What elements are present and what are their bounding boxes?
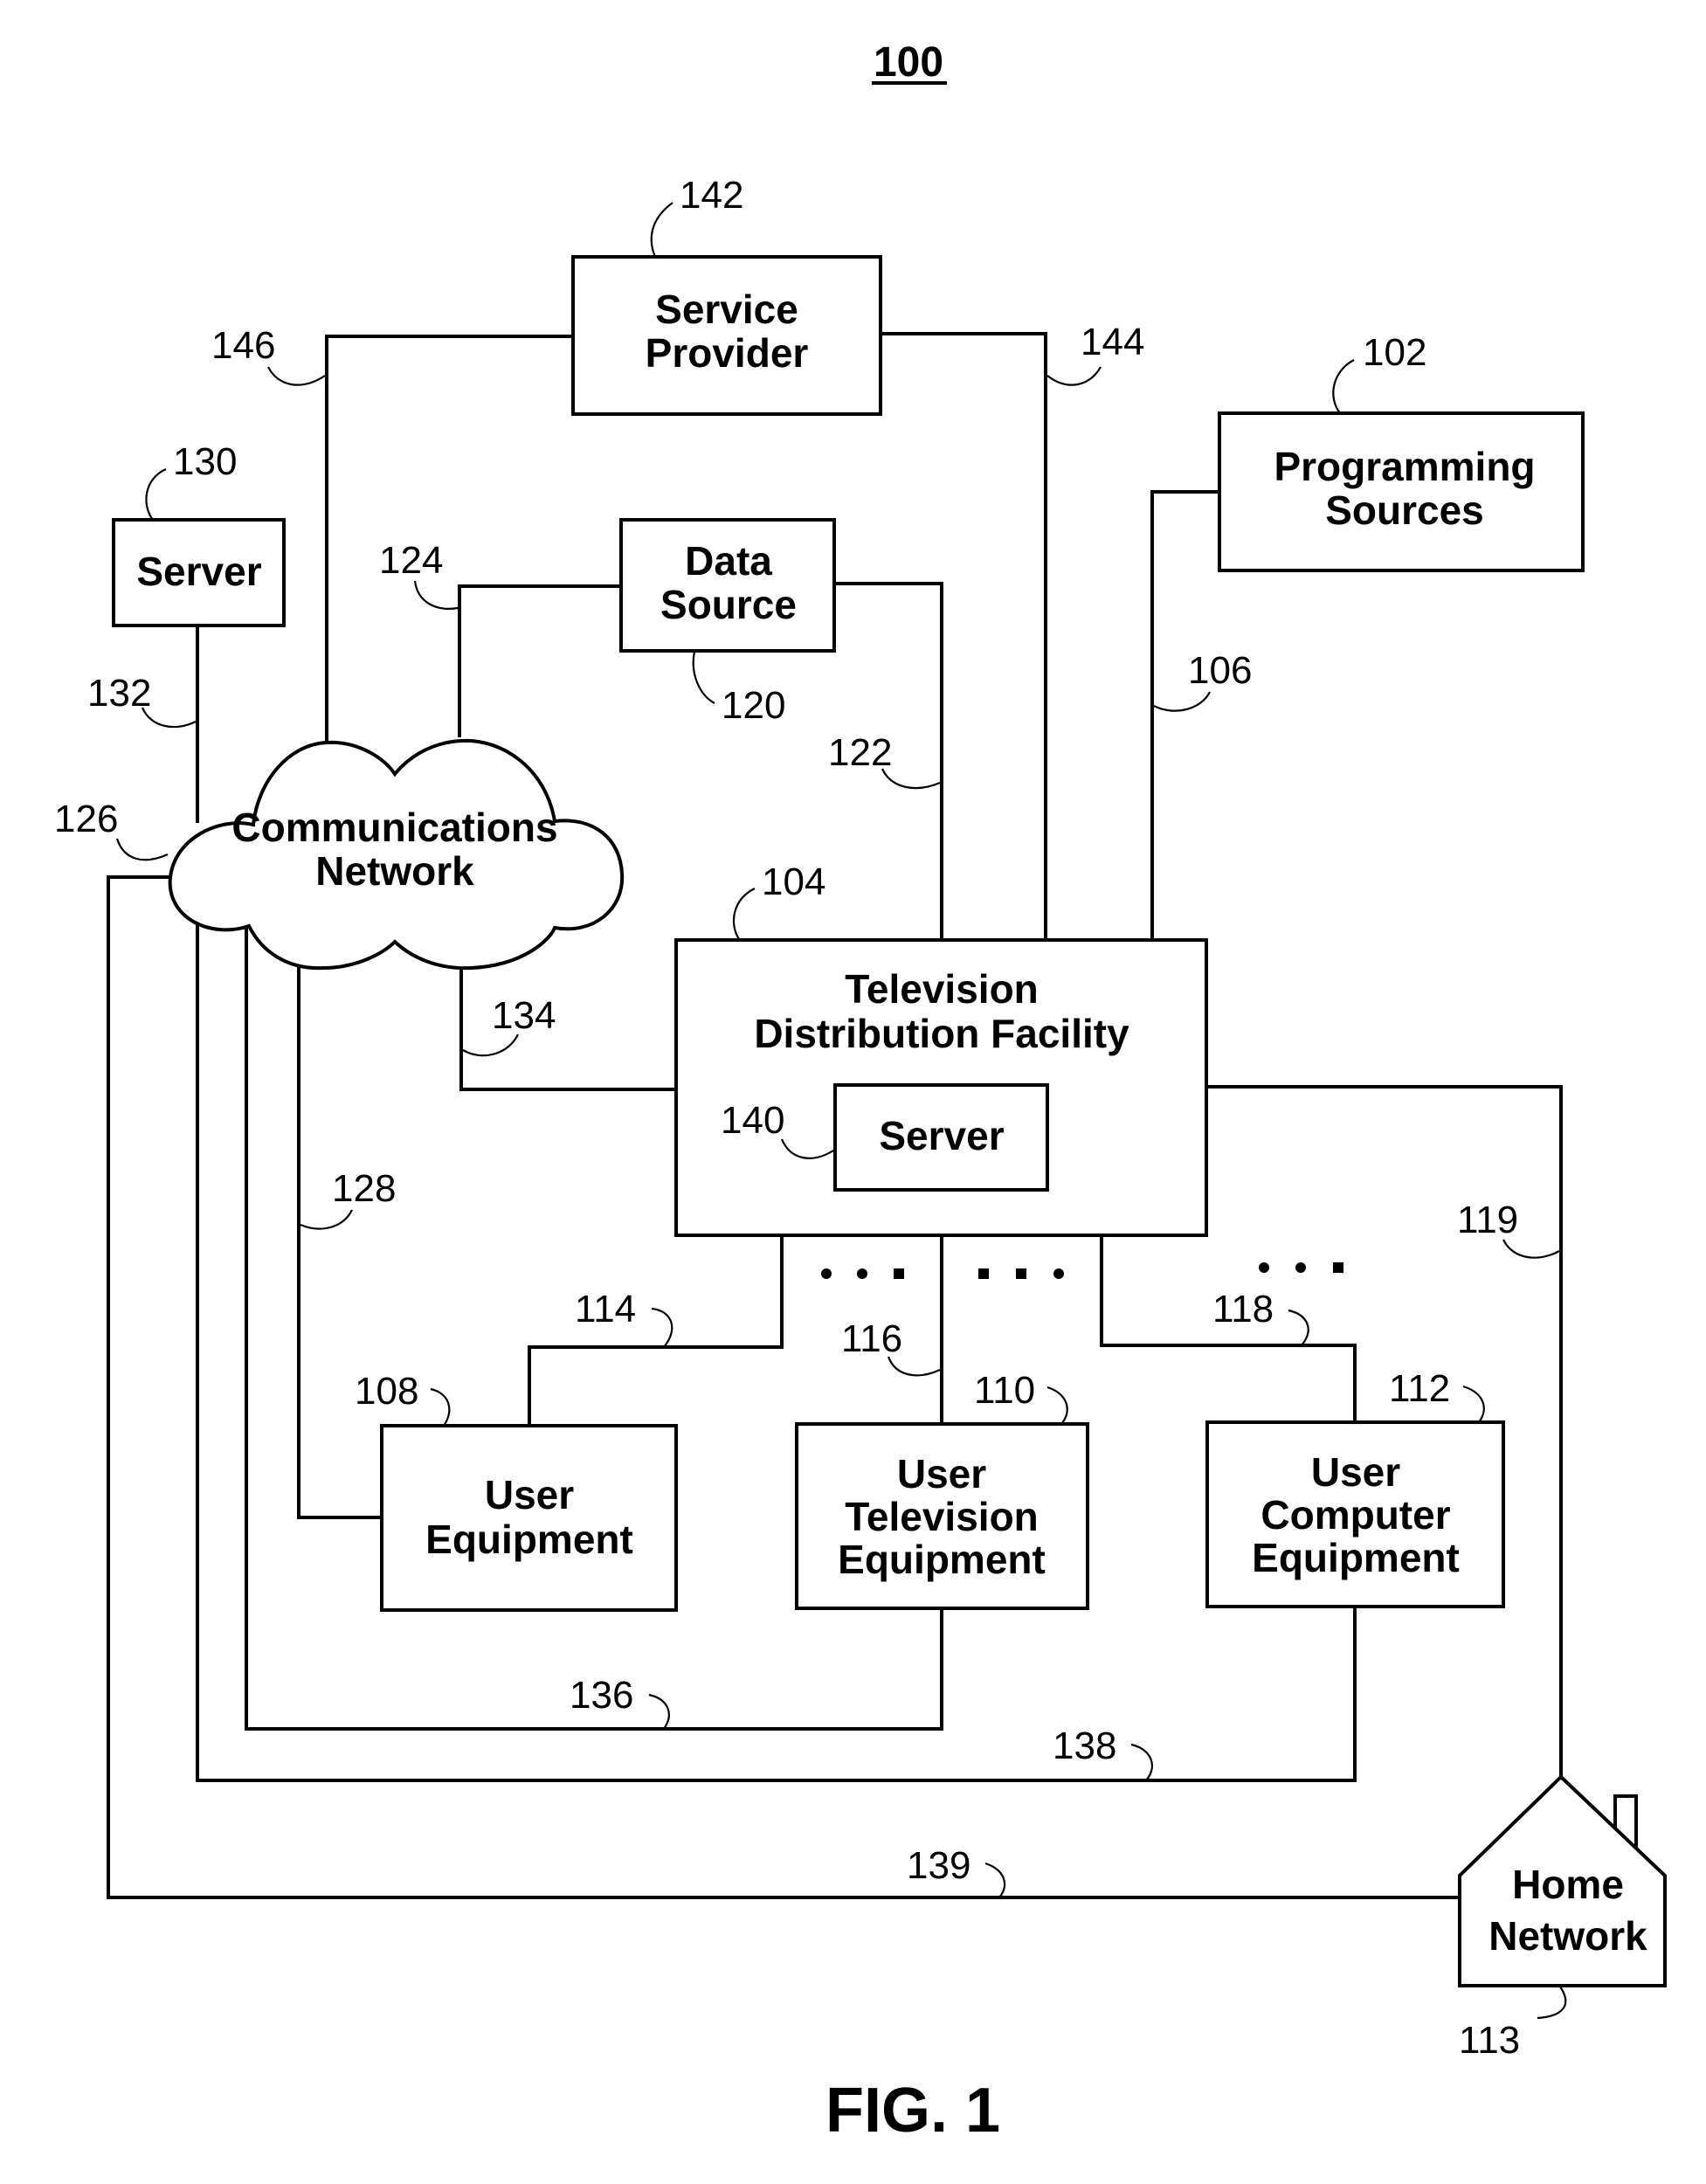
user-television-equipment-label-1: User [897, 1451, 986, 1496]
system-diagram: 100 Service Provider Programming Sources… [54, 39, 1667, 2146]
service-provider-node: Service Provider [571, 255, 882, 416]
user-television-equipment-node: User Television Equipment [795, 1422, 1089, 1610]
link-106 [1150, 490, 1220, 942]
ref-134: 134 [492, 994, 556, 1037]
ref-118: 118 [1212, 1288, 1274, 1330]
user-computer-equipment-node: User Computer Equipment [1205, 1420, 1505, 1608]
service-provider-label-2: Provider [646, 330, 809, 376]
home-network-node: Home Network [1458, 1774, 1667, 1987]
link-146 [325, 335, 574, 743]
tdf-label-2: Distribution Facility [754, 1011, 1129, 1056]
ref-104: 104 [762, 860, 825, 903]
ref-138: 138 [1053, 1724, 1116, 1767]
communications-network-label-1: Communications [231, 805, 557, 850]
ellipsis-left [821, 1268, 904, 1279]
programming-sources-label-1: Programming [1274, 444, 1535, 489]
ref-122: 122 [828, 731, 892, 774]
user-computer-equipment-label-1: User [1311, 1449, 1400, 1495]
ref-136: 136 [570, 1674, 633, 1717]
programming-sources-node: Programming Sources [1218, 411, 1585, 572]
ref-119: 119 [1457, 1199, 1518, 1241]
ref-139: 139 [907, 1844, 970, 1887]
user-television-equipment-label-3: Equipment [838, 1537, 1046, 1582]
home-network-label-2: Network [1488, 1913, 1647, 1959]
ref-112: 112 [1389, 1367, 1450, 1410]
user-computer-equipment-label-3: Equipment [1252, 1535, 1460, 1580]
ref-102: 102 [1363, 331, 1426, 374]
ref-130: 130 [173, 440, 237, 483]
ref-120: 120 [722, 684, 785, 727]
home-network-label-1: Home [1512, 1862, 1624, 1907]
user-equipment-node: User Equipment [380, 1424, 678, 1612]
ref-144: 144 [1081, 321, 1144, 363]
user-television-equipment-label-2: Television [845, 1494, 1039, 1539]
link-128 [297, 961, 383, 1519]
ref-113: 113 [1459, 2019, 1520, 2062]
user-computer-equipment-label-2: Computer [1261, 1492, 1450, 1538]
server-external-label: Server [136, 549, 261, 594]
ref-108: 108 [355, 1370, 418, 1413]
user-equipment-label-1: User [485, 1472, 574, 1517]
server-internal-label: Server [879, 1113, 1004, 1158]
ref-146: 146 [211, 324, 275, 367]
link-124 [458, 584, 622, 737]
link-114 [528, 1234, 784, 1427]
programming-sources-label-2: Sources [1325, 487, 1484, 533]
ellipsis-right [1259, 1262, 1343, 1273]
ref-142: 142 [680, 174, 743, 217]
ref-126: 126 [54, 798, 118, 840]
ref-128: 128 [332, 1167, 396, 1210]
server-internal-node: Server [833, 1083, 1049, 1192]
ref-116: 116 [841, 1317, 902, 1360]
figure-number: 100 [874, 39, 943, 86]
communications-network-label-2: Network [315, 848, 474, 894]
service-provider-label-1: Service [655, 287, 798, 332]
data-source-label-2: Source [660, 582, 797, 627]
communications-network-node: Communications Network [168, 738, 625, 971]
television-distribution-facility-node: Television Distribution Facility Server [674, 938, 1208, 1237]
server-external-node: Server [112, 518, 286, 627]
ellipsis-middle [978, 1268, 1064, 1279]
ref-110: 110 [974, 1369, 1035, 1412]
figure-caption: FIG. 1 [825, 2076, 1000, 2146]
ref-114: 114 [575, 1288, 636, 1330]
data-source-node: Data Source [619, 518, 836, 653]
tdf-label-1: Television [845, 966, 1039, 1012]
data-source-label-1: Data [685, 538, 772, 584]
ref-106: 106 [1188, 649, 1252, 692]
link-144 [879, 332, 1047, 942]
user-equipment-label-2: Equipment [425, 1517, 633, 1562]
ref-140: 140 [721, 1099, 784, 1142]
ref-124: 124 [379, 539, 443, 582]
